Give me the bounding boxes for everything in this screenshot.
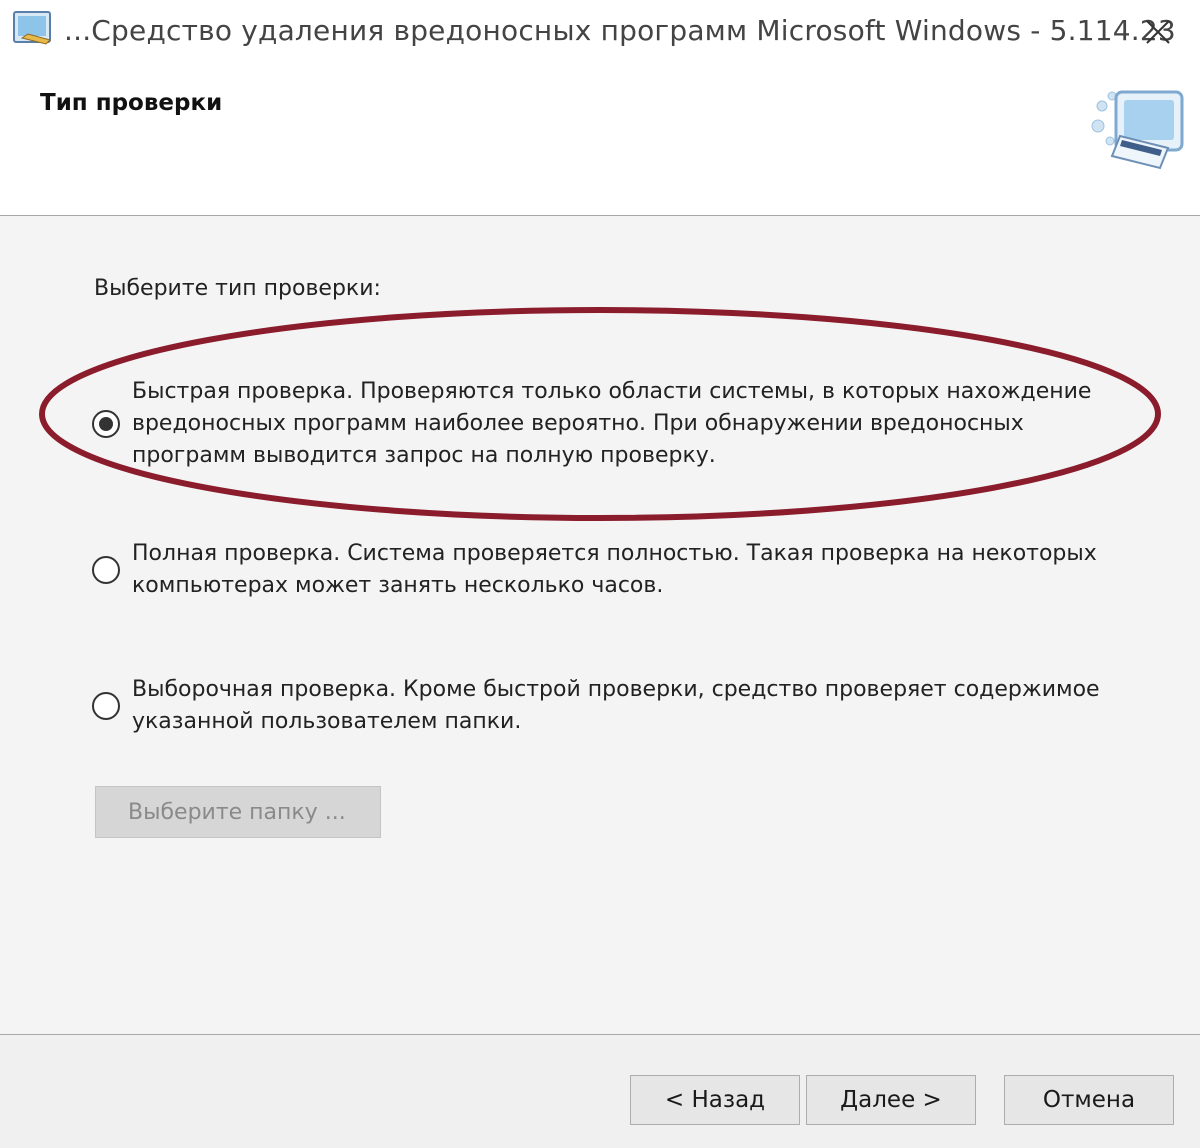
quick-scan-radio[interactable]: [92, 410, 120, 438]
quick-scan-label: Быстрая проверка. Проверяются только обл…: [132, 379, 1092, 468]
custom-scan-label: Выборочная проверка. Кроме быстрой прове…: [132, 677, 1100, 734]
cancel-button[interactable]: Отмена: [1004, 1075, 1174, 1125]
app-icon: [13, 11, 51, 45]
scan-type-prompt: Выберите тип проверки:: [94, 276, 381, 301]
full-scan-radio[interactable]: [92, 556, 120, 584]
window-title: ...Средство удаления вредоносных програм…: [64, 14, 1176, 47]
close-button[interactable]: [1134, 8, 1182, 56]
title-bar: ...Средство удаления вредоносных програм…: [0, 0, 1200, 66]
malware-removal-graphic: [1091, 90, 1184, 170]
next-button[interactable]: Далее >: [806, 1075, 976, 1125]
custom-scan-radio[interactable]: [92, 692, 120, 720]
option-full-scan[interactable]: Полная проверка. Система проверяется пол…: [92, 538, 1152, 604]
page-title: Тип проверки: [40, 90, 223, 116]
back-button[interactable]: < Назад: [630, 1075, 800, 1125]
full-scan-label: Полная проверка. Система проверяется пол…: [132, 541, 1097, 598]
option-custom-scan[interactable]: Выборочная проверка. Кроме быстрой прове…: [92, 674, 1152, 740]
choose-folder-button[interactable]: Выберите папку ...: [95, 786, 381, 838]
wizard-footer: < Назад Далее > Отмена: [0, 1034, 1200, 1148]
wizard-header: Тип проверки: [0, 66, 1200, 216]
wizard-content: Выберите тип проверки: Быстрая проверка.…: [0, 216, 1200, 1034]
close-icon: [1146, 20, 1170, 44]
option-quick-scan[interactable]: Быстрая проверка. Проверяются только обл…: [92, 376, 1152, 476]
